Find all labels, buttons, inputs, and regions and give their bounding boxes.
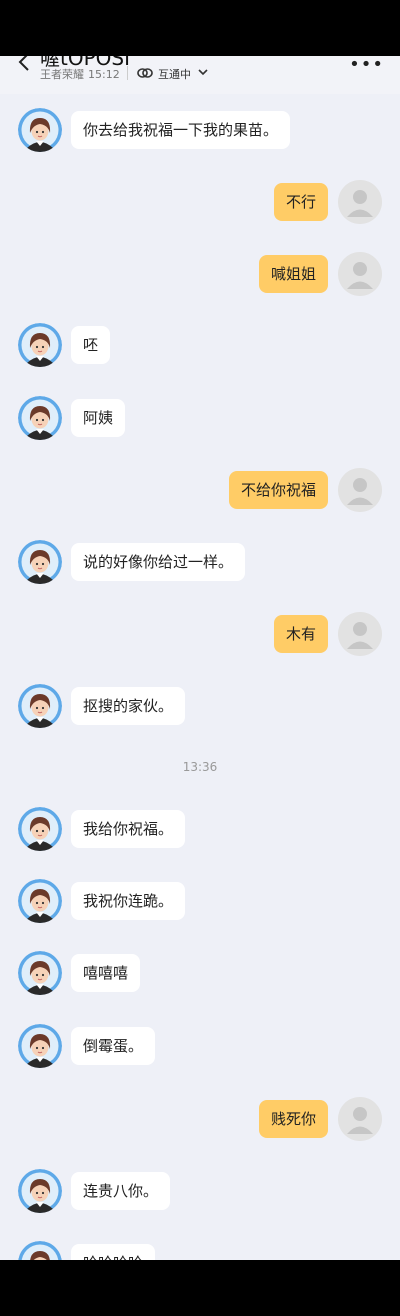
my-avatar[interactable] [338, 1097, 382, 1141]
incoming-message-bubble[interactable]: 你去给我祝福一下我的果苗。 [71, 111, 291, 149]
incoming-message-bubble[interactable]: 阿姨 [71, 399, 126, 437]
contact-avatar[interactable] [18, 540, 62, 584]
contact-avatar[interactable] [18, 108, 62, 152]
outgoing-message-bubble[interactable]: 木有 [273, 615, 328, 653]
contact-avatar[interactable] [18, 396, 62, 440]
incoming-message-bubble[interactable]: 呸 [71, 326, 111, 364]
more-options-icon[interactable]: ••• [349, 56, 384, 75]
my-avatar[interactable] [338, 612, 382, 656]
incoming-message-bubble[interactable]: 说的好像你给过一样。 [71, 543, 246, 581]
contact-avatar[interactable] [18, 951, 62, 995]
contact-avatar[interactable] [18, 879, 62, 923]
game-info: 王者荣耀 15:12 [40, 66, 120, 82]
connection-status[interactable]: 互通中 [158, 66, 191, 82]
outgoing-message-bubble[interactable]: 不行 [273, 183, 328, 221]
link-icon [137, 68, 153, 78]
contact-avatar[interactable] [18, 1024, 62, 1068]
outgoing-message-bubble[interactable]: 不给你祝福 [228, 471, 328, 509]
outgoing-message-bubble[interactable]: 贱死你 [258, 1100, 328, 1138]
incoming-message-bubble[interactable]: 嘻嘻嘻 [71, 954, 141, 992]
navigation-bar [0, 1260, 400, 1316]
my-avatar[interactable] [338, 180, 382, 224]
chat-header: 喔tOPOSI 王者荣耀 15:12 互通中 ••• [0, 56, 400, 94]
contact-avatar[interactable] [18, 807, 62, 851]
contact-avatar[interactable] [18, 1169, 62, 1213]
game-name: 王者荣耀 [40, 68, 84, 81]
outgoing-message-bubble[interactable]: 喊姐姐 [258, 255, 328, 293]
divider [127, 66, 128, 80]
incoming-message-bubble[interactable]: 抠搜的家伙。 [71, 687, 186, 725]
chevron-down-icon[interactable] [197, 65, 209, 79]
my-avatar[interactable] [338, 252, 382, 296]
last-online-time: 15:12 [88, 68, 120, 81]
status-bar [0, 0, 400, 56]
contact-avatar[interactable] [18, 684, 62, 728]
incoming-message-bubble[interactable]: 倒霉蛋。 [71, 1027, 156, 1065]
incoming-message-bubble[interactable]: 我祝你连跪。 [71, 882, 186, 920]
contact-avatar[interactable] [18, 323, 62, 367]
incoming-message-bubble[interactable]: 我给你祝福。 [71, 810, 186, 848]
timestamp-divider: 13:36 [182, 760, 218, 774]
incoming-message-bubble[interactable]: 连贵八你。 [71, 1172, 171, 1210]
back-arrow-icon[interactable] [14, 56, 36, 76]
my-avatar[interactable] [338, 468, 382, 512]
